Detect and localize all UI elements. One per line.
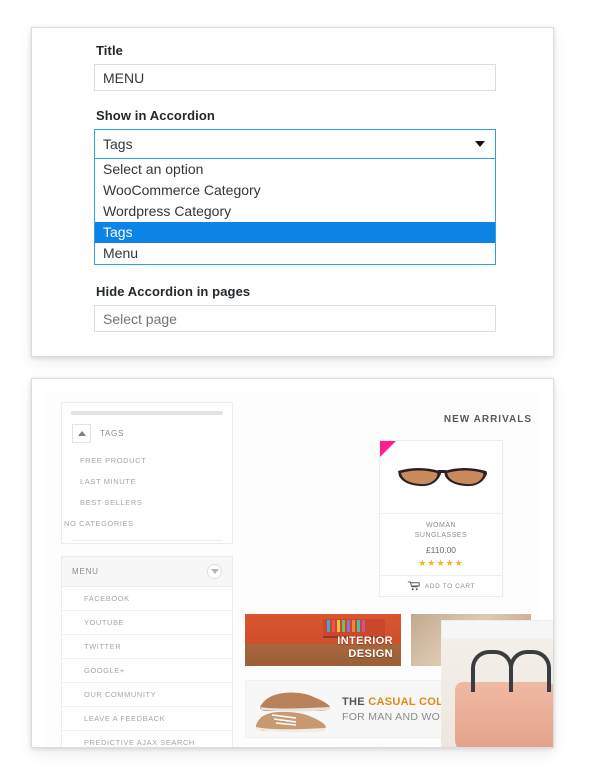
product-grid: WOMAN SUNGLASSES £110.00 ★★★★★ ADD TO CA… [245,440,540,597]
storefront-mock: TAGS FREE PRODUCT LAST MINUTE BEST SELLE… [32,379,553,747]
divider [72,540,222,541]
menu-link[interactable]: GOOGLE+ [62,659,232,683]
show-in-accordion-label: Show in Accordion [96,108,215,123]
option-item[interactable]: Wordpress Category [95,201,495,222]
product-name-line2: SUNGLASSES [414,532,468,539]
chevron-down-icon [475,141,485,147]
settings-panel: Title Show in Accordion Tags Select an o… [31,27,554,357]
rating-stars: ★★★★★ [418,558,464,568]
books-image [327,620,365,632]
chevron-up-icon[interactable] [72,424,91,443]
product-image [380,441,502,513]
tags-accordion-widget: TAGS FREE PRODUCT LAST MINUTE BEST SELLE… [61,402,233,544]
option-item[interactable]: Menu [95,243,495,264]
menu-accordion-header[interactable]: MENU [62,557,232,587]
storefront-preview-panel: TAGS FREE PRODUCT LAST MINUTE BEST SELLE… [31,378,554,748]
hide-accordion-label: Hide Accordion in pages [96,284,251,299]
menu-link[interactable]: YOUTUBE [62,611,232,635]
tag-link[interactable]: BEST SELLERS [62,492,232,513]
interior-banner-line1: INTERIOR [337,635,393,647]
tags-accordion-header[interactable]: TAGS [62,415,232,450]
storefront-sidebar: TAGS FREE PRODUCT LAST MINUTE BEST SELLE… [61,402,233,747]
show-in-accordion-option-list[interactable]: Select an option WooCommerce Category Wo… [94,159,496,265]
product-meta: WOMAN SUNGLASSES £110.00 ★★★★★ [380,513,502,575]
add-to-cart-label: ADD TO CART [424,582,476,590]
show-in-accordion-select-wrapper: Tags Select an option WooCommerce Catego… [94,129,496,265]
hide-accordion-pages-input[interactable] [94,305,496,332]
tag-link[interactable]: FREE PRODUCT [62,450,232,471]
sunglasses-image [398,468,487,487]
tag-link[interactable]: LAST MINUTE [62,471,232,492]
menu-link[interactable]: OUR COMMUNITY [62,683,232,707]
show-in-accordion-selected-value: Tags [103,136,133,152]
casual-prefix: THE [342,695,369,708]
option-item-selected[interactable]: Tags [95,222,495,243]
option-item[interactable]: WooCommerce Category [95,180,495,201]
menu-link[interactable]: LEAVE A FEEDBACK [62,707,232,731]
tag-link[interactable]: NO CATEGORIES [62,513,232,534]
chevron-down-icon[interactable] [207,564,222,579]
menu-link[interactable]: PREDICTIVE AJAX SEARCH [62,731,232,747]
menu-strip[interactable] [441,620,553,640]
title-input[interactable] [94,64,496,91]
add-to-cart-button[interactable]: ADD TO CART [380,575,502,596]
storefront-content: NEW ARRIVALS WOMAN SUNGLASSES £110.00 ★★… [245,402,553,747]
interior-banner-line2: DESIGN [348,648,393,660]
menu-accordion-title: MENU [72,567,99,576]
interior-design-banner[interactable]: INTERIOR DESIGN [245,614,401,666]
new-arrivals-heading: NEW ARRIVALS [443,414,532,425]
handbag-handle-right [509,650,551,692]
cart-icon [407,581,420,591]
tags-accordion-title: TAGS [100,429,124,438]
show-in-accordion-group: Show in Accordion Tags Select an option … [94,108,496,265]
accordion-settings-form: Title Show in Accordion Tags Select an o… [94,43,496,349]
menu-link[interactable]: FACEBOOK [62,587,232,611]
hide-accordion-group: Hide Accordion in pages [94,284,496,332]
product-name-line1: WOMAN [425,522,457,529]
title-field-group: Title [94,43,496,91]
menu-accordion-widget: MENU FACEBOOK YOUTUBE TWITTER GOOGLE+ OU… [61,556,233,747]
sale-corner-icon [380,441,396,457]
handbag-handle-left [471,650,513,692]
title-label: Title [96,43,123,58]
product-card[interactable]: WOMAN SUNGLASSES £110.00 ★★★★★ ADD TO CA… [379,440,503,597]
option-item[interactable]: Select an option [95,159,495,180]
interior-banner-caption: INTERIOR DESIGN [337,635,393,661]
storefront-page: TAGS FREE PRODUCT LAST MINUTE BEST SELLE… [45,392,553,747]
product-price: £110.00 [425,545,457,555]
shoe-image [255,711,326,733]
show-in-accordion-select[interactable]: Tags [94,129,496,159]
handbag-image [441,638,553,747]
menu-link[interactable]: TWITTER [62,635,232,659]
